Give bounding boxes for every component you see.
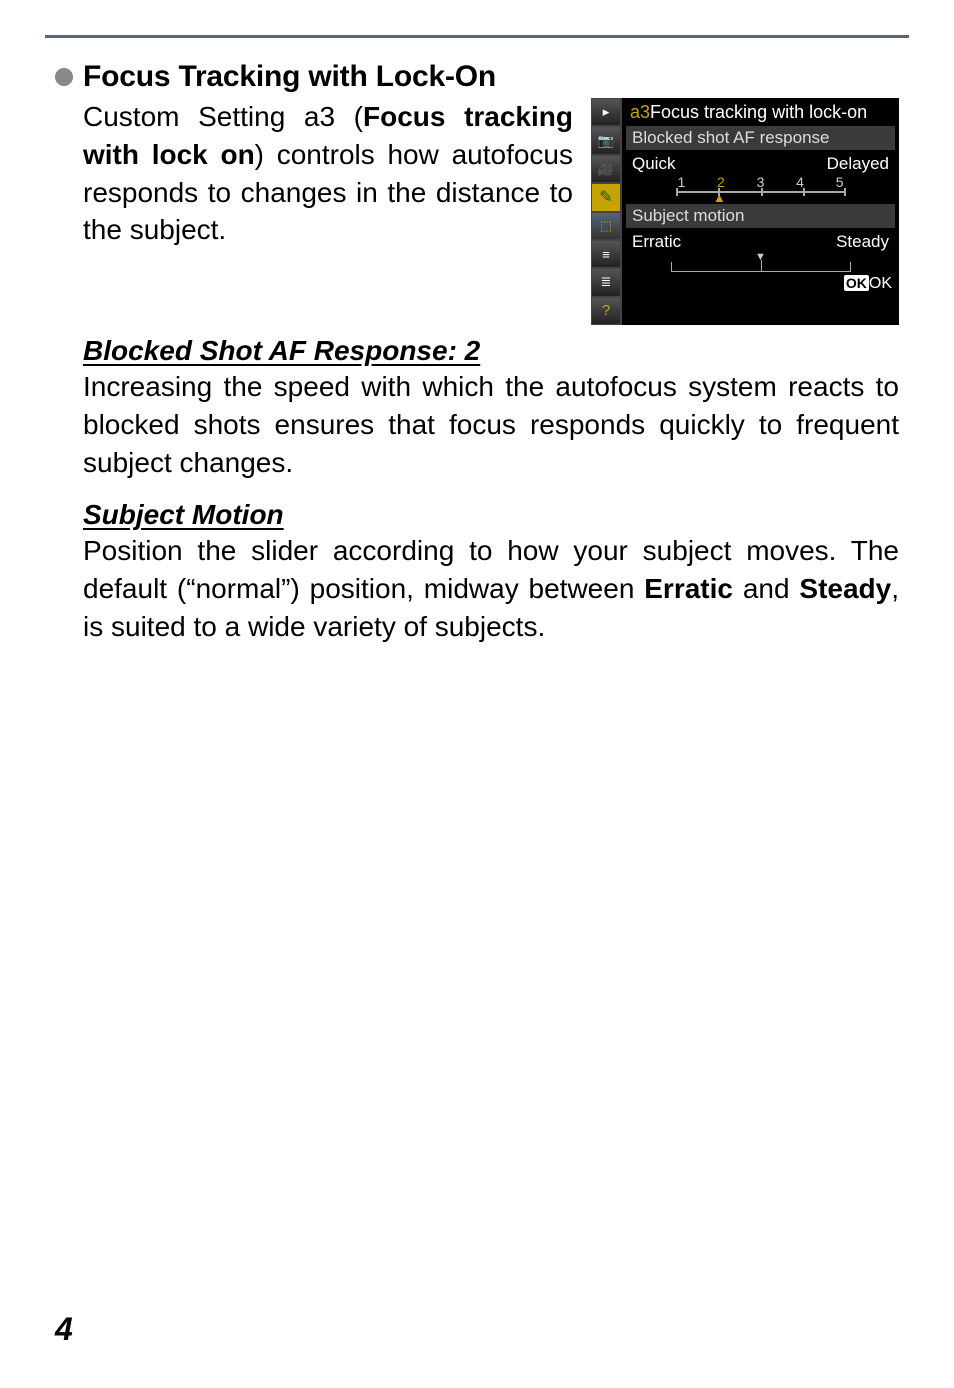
bullet-icon xyxy=(55,68,73,86)
sm-bold-1: Erratic xyxy=(644,573,733,604)
intro-text-1: Custom Setting a3 ( xyxy=(83,101,363,132)
playback-tab-icon: ▸ xyxy=(591,98,621,126)
blocked-shot-subtitle: Blocked Shot AF Response: 2 xyxy=(83,335,899,367)
camera-menu-title-text: Focus tracking with lock-on xyxy=(650,102,867,122)
top-horizontal-rule xyxy=(45,35,909,38)
page-number: 4 xyxy=(55,1311,73,1348)
camera-menu-title: a3Focus tracking with lock-on xyxy=(622,98,899,126)
subject-motion-label: Subject motion xyxy=(626,204,895,228)
section-header: Focus Tracking with Lock-On xyxy=(55,60,899,94)
ok-icon: OK xyxy=(844,275,869,291)
section-title: Focus Tracking with Lock-On xyxy=(83,60,496,94)
subject-motion-body: Position the slider according to how you… xyxy=(83,532,899,645)
quick-label: Quick xyxy=(632,154,675,174)
help-tab-icon: ? xyxy=(591,297,621,325)
camera-sidebar: ▸ 📷 🎥 ✎ ⬚ ≡ ≣ ? xyxy=(591,98,621,325)
camera-menu-screenshot: ▸ 📷 🎥 ✎ ⬚ ≡ ≣ ? a3Focus tracking with lo… xyxy=(591,98,899,325)
menu-tab-icon: ≡ xyxy=(591,240,621,268)
tick-1: 1 xyxy=(678,174,686,190)
retouch-tab-icon: ⬚ xyxy=(591,212,621,240)
ok-text: OK xyxy=(869,275,892,292)
subject-motion-subtitle: Subject Motion xyxy=(83,499,899,531)
list-tab-icon: ≣ xyxy=(591,268,621,296)
camera-main-panel: a3Focus tracking with lock-on Blocked sh… xyxy=(621,98,899,325)
sm-bold-2: Steady xyxy=(799,573,891,604)
sm-text-2: and xyxy=(733,573,799,604)
subject-motion-marker-icon: ▼ xyxy=(755,251,766,263)
erratic-label: Erratic xyxy=(632,232,681,252)
delayed-label: Delayed xyxy=(827,154,889,174)
subject-motion-slider: ▼ xyxy=(671,262,851,272)
intro-paragraph: Custom Setting a3 (Focus tracking with l… xyxy=(83,98,573,249)
ok-confirm: OKOK xyxy=(622,274,899,296)
pencil-tab-icon: ✎ xyxy=(591,183,621,211)
video-tab-icon: 🎥 xyxy=(591,155,621,183)
blocked-shot-label: Blocked shot AF response xyxy=(626,126,895,150)
tick-5: 5 xyxy=(836,174,844,190)
slider-pointer-icon: ▲ xyxy=(713,190,726,205)
camera-tab-icon: 📷 xyxy=(591,126,621,154)
blocked-shot-body: Increasing the speed with which the auto… xyxy=(83,368,899,481)
camera-menu-prefix: a3 xyxy=(630,102,650,122)
blocked-shot-slider: 1 2 3 4 5 xyxy=(676,174,846,193)
steady-label: Steady xyxy=(836,232,889,252)
